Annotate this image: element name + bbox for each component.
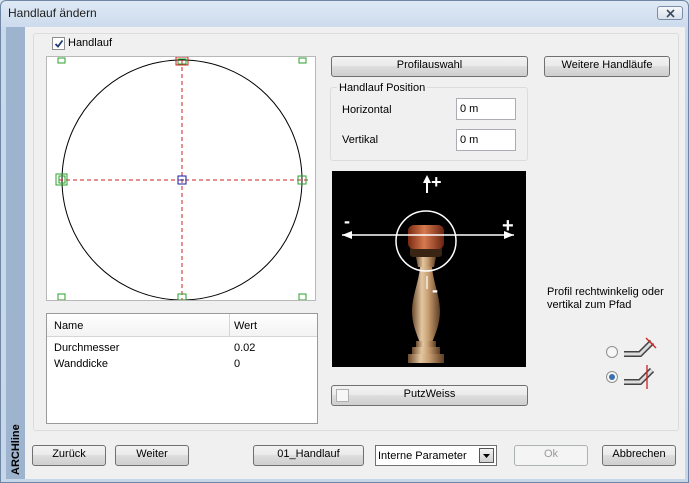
orientation-text-line1: Profil rechtwinkelig oder xyxy=(547,286,664,298)
arrow-left-icon xyxy=(342,231,352,239)
weiter-button[interactable]: Weiter xyxy=(115,445,189,466)
orientation-text-line2: vertikal zum Pfad xyxy=(547,299,632,311)
ok-button-label: Ok xyxy=(543,448,559,460)
profilauswahl-button[interactable]: Profilauswahl xyxy=(331,56,528,77)
profile-name-button[interactable]: 01_Handlauf xyxy=(253,445,364,466)
handle-top-left[interactable] xyxy=(57,57,66,64)
handle-bottom-left[interactable] xyxy=(57,293,66,301)
baluster-icon xyxy=(408,225,444,363)
vertikal-input[interactable]: 0 m xyxy=(456,129,516,151)
profile-name-button-label: 01_Handlauf xyxy=(277,448,340,460)
profilauswahl-button-label: Profilauswahl xyxy=(396,59,463,71)
abbrechen-button-label: Abbrechen xyxy=(612,448,666,460)
material-swatch xyxy=(336,389,349,402)
vertikal-label: Vertikal xyxy=(342,134,379,146)
table-header: Name Wert xyxy=(47,314,317,337)
parameter-select-value: Interne Parameter xyxy=(378,450,467,462)
handlauf-checkbox-label: Handlauf xyxy=(68,37,113,49)
dropdown-arrow-icon[interactable] xyxy=(479,448,494,463)
brand-sidebar: ARCHline xyxy=(6,27,25,479)
column-divider[interactable] xyxy=(229,314,230,336)
handlauf-checkbox[interactable] xyxy=(52,37,65,50)
putzweiss-button-label: PutzWeiss xyxy=(403,388,456,400)
minus-bottom-label: - xyxy=(432,280,438,300)
title-bar: Handlauf ändern xyxy=(1,1,688,25)
handlauf-position-legend: Handlauf Position xyxy=(337,82,428,94)
handle-top-right[interactable] xyxy=(298,57,307,64)
weitere-handlaeufe-button-label: Weitere Handläufe xyxy=(561,59,653,71)
weitere-handlaeufe-button[interactable]: Weitere Handläufe xyxy=(544,56,670,77)
parameter-table: Name Wert Durchmesser 0.02 Wanddicke 0 xyxy=(46,313,318,424)
zurueck-button[interactable]: Zurück xyxy=(32,445,106,466)
close-icon xyxy=(666,9,675,18)
window-title: Handlauf ändern xyxy=(8,6,97,20)
horizontal-label: Horizontal xyxy=(342,104,392,116)
zurueck-button-label: Zurück xyxy=(52,448,86,460)
checkmark-icon xyxy=(54,39,64,48)
vertical-profile-icon xyxy=(624,365,655,389)
handlauf-position-group: Handlauf Position Horizontal 0 m Vertika… xyxy=(330,82,528,161)
perpendicular-radio[interactable] xyxy=(606,346,618,358)
plus-right-label: + xyxy=(502,215,514,237)
column-header-name[interactable]: Name xyxy=(54,320,83,332)
close-button[interactable] xyxy=(657,6,683,20)
perpendicular-profile-icon xyxy=(624,337,657,357)
vertical-radio-dot xyxy=(609,374,615,380)
arrow-up-icon xyxy=(423,175,431,183)
brand-text: ARCHline xyxy=(10,424,22,475)
baluster-preview-drawing: + - + - xyxy=(342,172,514,363)
table-row-wanddicke-value[interactable]: 0 xyxy=(234,358,240,370)
profile-circle-drawing xyxy=(55,56,309,301)
dialog-window: Handlauf ändern ARCHline Handlauf Name W… xyxy=(0,0,689,483)
horizontal-input[interactable]: 0 m xyxy=(456,98,516,120)
column-header-wert[interactable]: Wert xyxy=(234,320,257,332)
dialog-client: Handlauf Name Wert Durchmesser 0.02 Wand… xyxy=(25,27,685,479)
parameter-select[interactable]: Interne Parameter xyxy=(375,445,497,466)
plus-top-label: + xyxy=(431,172,442,192)
handle-bottom-right[interactable] xyxy=(298,293,307,301)
handlauf-position-preview[interactable]: + - + - xyxy=(332,171,526,367)
abbrechen-button[interactable]: Abbrechen xyxy=(602,445,676,466)
table-row-durchmesser-name[interactable]: Durchmesser xyxy=(54,342,119,354)
handrail-profile xyxy=(408,225,444,249)
brand-label: ARCHline xyxy=(6,424,25,479)
ok-button[interactable]: Ok xyxy=(514,445,588,466)
weiter-button-label: Weiter xyxy=(136,448,168,460)
vertical-radio[interactable] xyxy=(606,371,618,383)
table-row-wanddicke-name[interactable]: Wanddicke xyxy=(54,358,108,370)
table-row-durchmesser-value[interactable]: 0.02 xyxy=(234,342,255,354)
putzweiss-material-button[interactable]: PutzWeiss xyxy=(331,385,528,406)
minus-left-label: - xyxy=(344,211,350,231)
profile-editor-canvas[interactable] xyxy=(46,56,316,301)
